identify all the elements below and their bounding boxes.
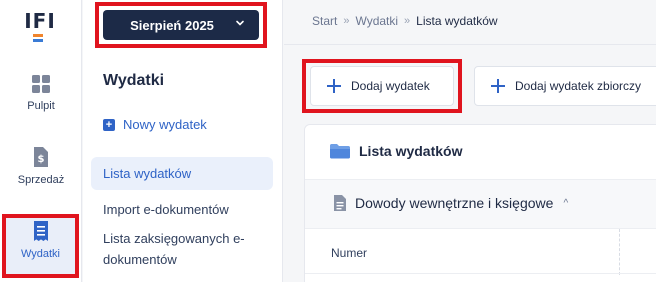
logo-blue-bar (33, 39, 43, 42)
add-bulk-expense-button[interactable]: Dodaj wydatek zbiorczy (474, 66, 656, 106)
rail-item-pulpit[interactable]: Pulpit (0, 74, 82, 112)
breadcrumb: Start » Wydatki » Lista wydatków (312, 14, 498, 28)
folder-icon (330, 144, 350, 159)
panel-title: Lista wydatków (359, 143, 463, 159)
column-divider (619, 229, 620, 275)
app-logo[interactable]: IFI (22, 10, 58, 44)
plus-icon (327, 79, 341, 93)
plus-icon (491, 79, 505, 93)
grid-icon (32, 75, 50, 93)
column-header-numer[interactable]: Numer (331, 246, 367, 260)
table-header-divider (305, 273, 656, 274)
expense-list-panel: Lista wydatków Dowody wewnętrzne i księg… (304, 124, 656, 282)
breadcrumb-current: Lista wydatków (416, 14, 498, 28)
month-label: Sierpień 2025 (130, 17, 214, 33)
add-expense-label: Dodaj wydatek (351, 79, 430, 93)
plus-square-icon: + (103, 118, 115, 131)
new-expense-label: Nowy wydatek (123, 117, 207, 132)
sidebar-item-lista-zaksiegowanych[interactable]: Lista zaksięgowanych e-dokumentów (91, 228, 273, 270)
header-divider (284, 44, 656, 45)
new-expense-link[interactable]: + Nowy wydatek (103, 117, 207, 132)
rail-label-sprzedaz: Sprzedaż (17, 174, 65, 186)
svg-text:$: $ (38, 154, 45, 165)
breadcrumb-wydatki[interactable]: Wydatki (355, 14, 398, 28)
section-title: Dowody wewnętrzne i księgowe (355, 195, 554, 211)
add-expense-button[interactable]: Dodaj wydatek (310, 66, 454, 106)
rail-label-wydatki: Wydatki (20, 248, 61, 260)
main-content: Start » Wydatki » Lista wydatków Dodaj w… (284, 0, 656, 282)
sidebar-item-import-e-dokumentow[interactable]: Import e-dokumentów (91, 195, 273, 225)
breadcrumb-start[interactable]: Start (312, 14, 337, 28)
rail-item-wydatki[interactable]: Wydatki (2, 214, 79, 278)
rail-item-sprzedaz[interactable]: $ Sprzedaż (0, 146, 82, 186)
section-sidebar: Sierpień 2025 Wydatki + Nowy wydatek Lis… (83, 0, 283, 282)
chevron-up-icon[interactable]: ^ (563, 198, 568, 209)
section-header[interactable]: Dowody wewnętrzne i księgowe ^ (305, 179, 656, 229)
chevron-down-icon (236, 20, 244, 26)
add-bulk-expense-label: Dodaj wydatek zbiorczy (515, 79, 642, 93)
breadcrumb-separator-icon: » (343, 15, 350, 27)
left-rail: IFI Pulpit $ Sprzedaż Wydatki (0, 0, 82, 282)
sidebar-title: Wydatki (103, 72, 165, 89)
month-selector[interactable]: Sierpień 2025 (103, 10, 259, 40)
invoice-dollar-icon: $ (34, 147, 48, 167)
sidebar-nav: Lista wydatków Import e-dokumentów Lista… (91, 157, 273, 270)
breadcrumb-separator-icon: » (404, 15, 411, 27)
rail-label-pulpit: Pulpit (27, 100, 55, 112)
month-highlight-frame: Sierpień 2025 (95, 2, 267, 48)
panel-header: Lista wydatków (329, 143, 462, 159)
sidebar-item-lista-wydatkow[interactable]: Lista wydatków (91, 157, 273, 190)
logo-orange-bar (33, 34, 43, 37)
receipt-icon (33, 221, 48, 241)
logo-text: IFI (24, 9, 56, 33)
document-icon (334, 195, 346, 211)
